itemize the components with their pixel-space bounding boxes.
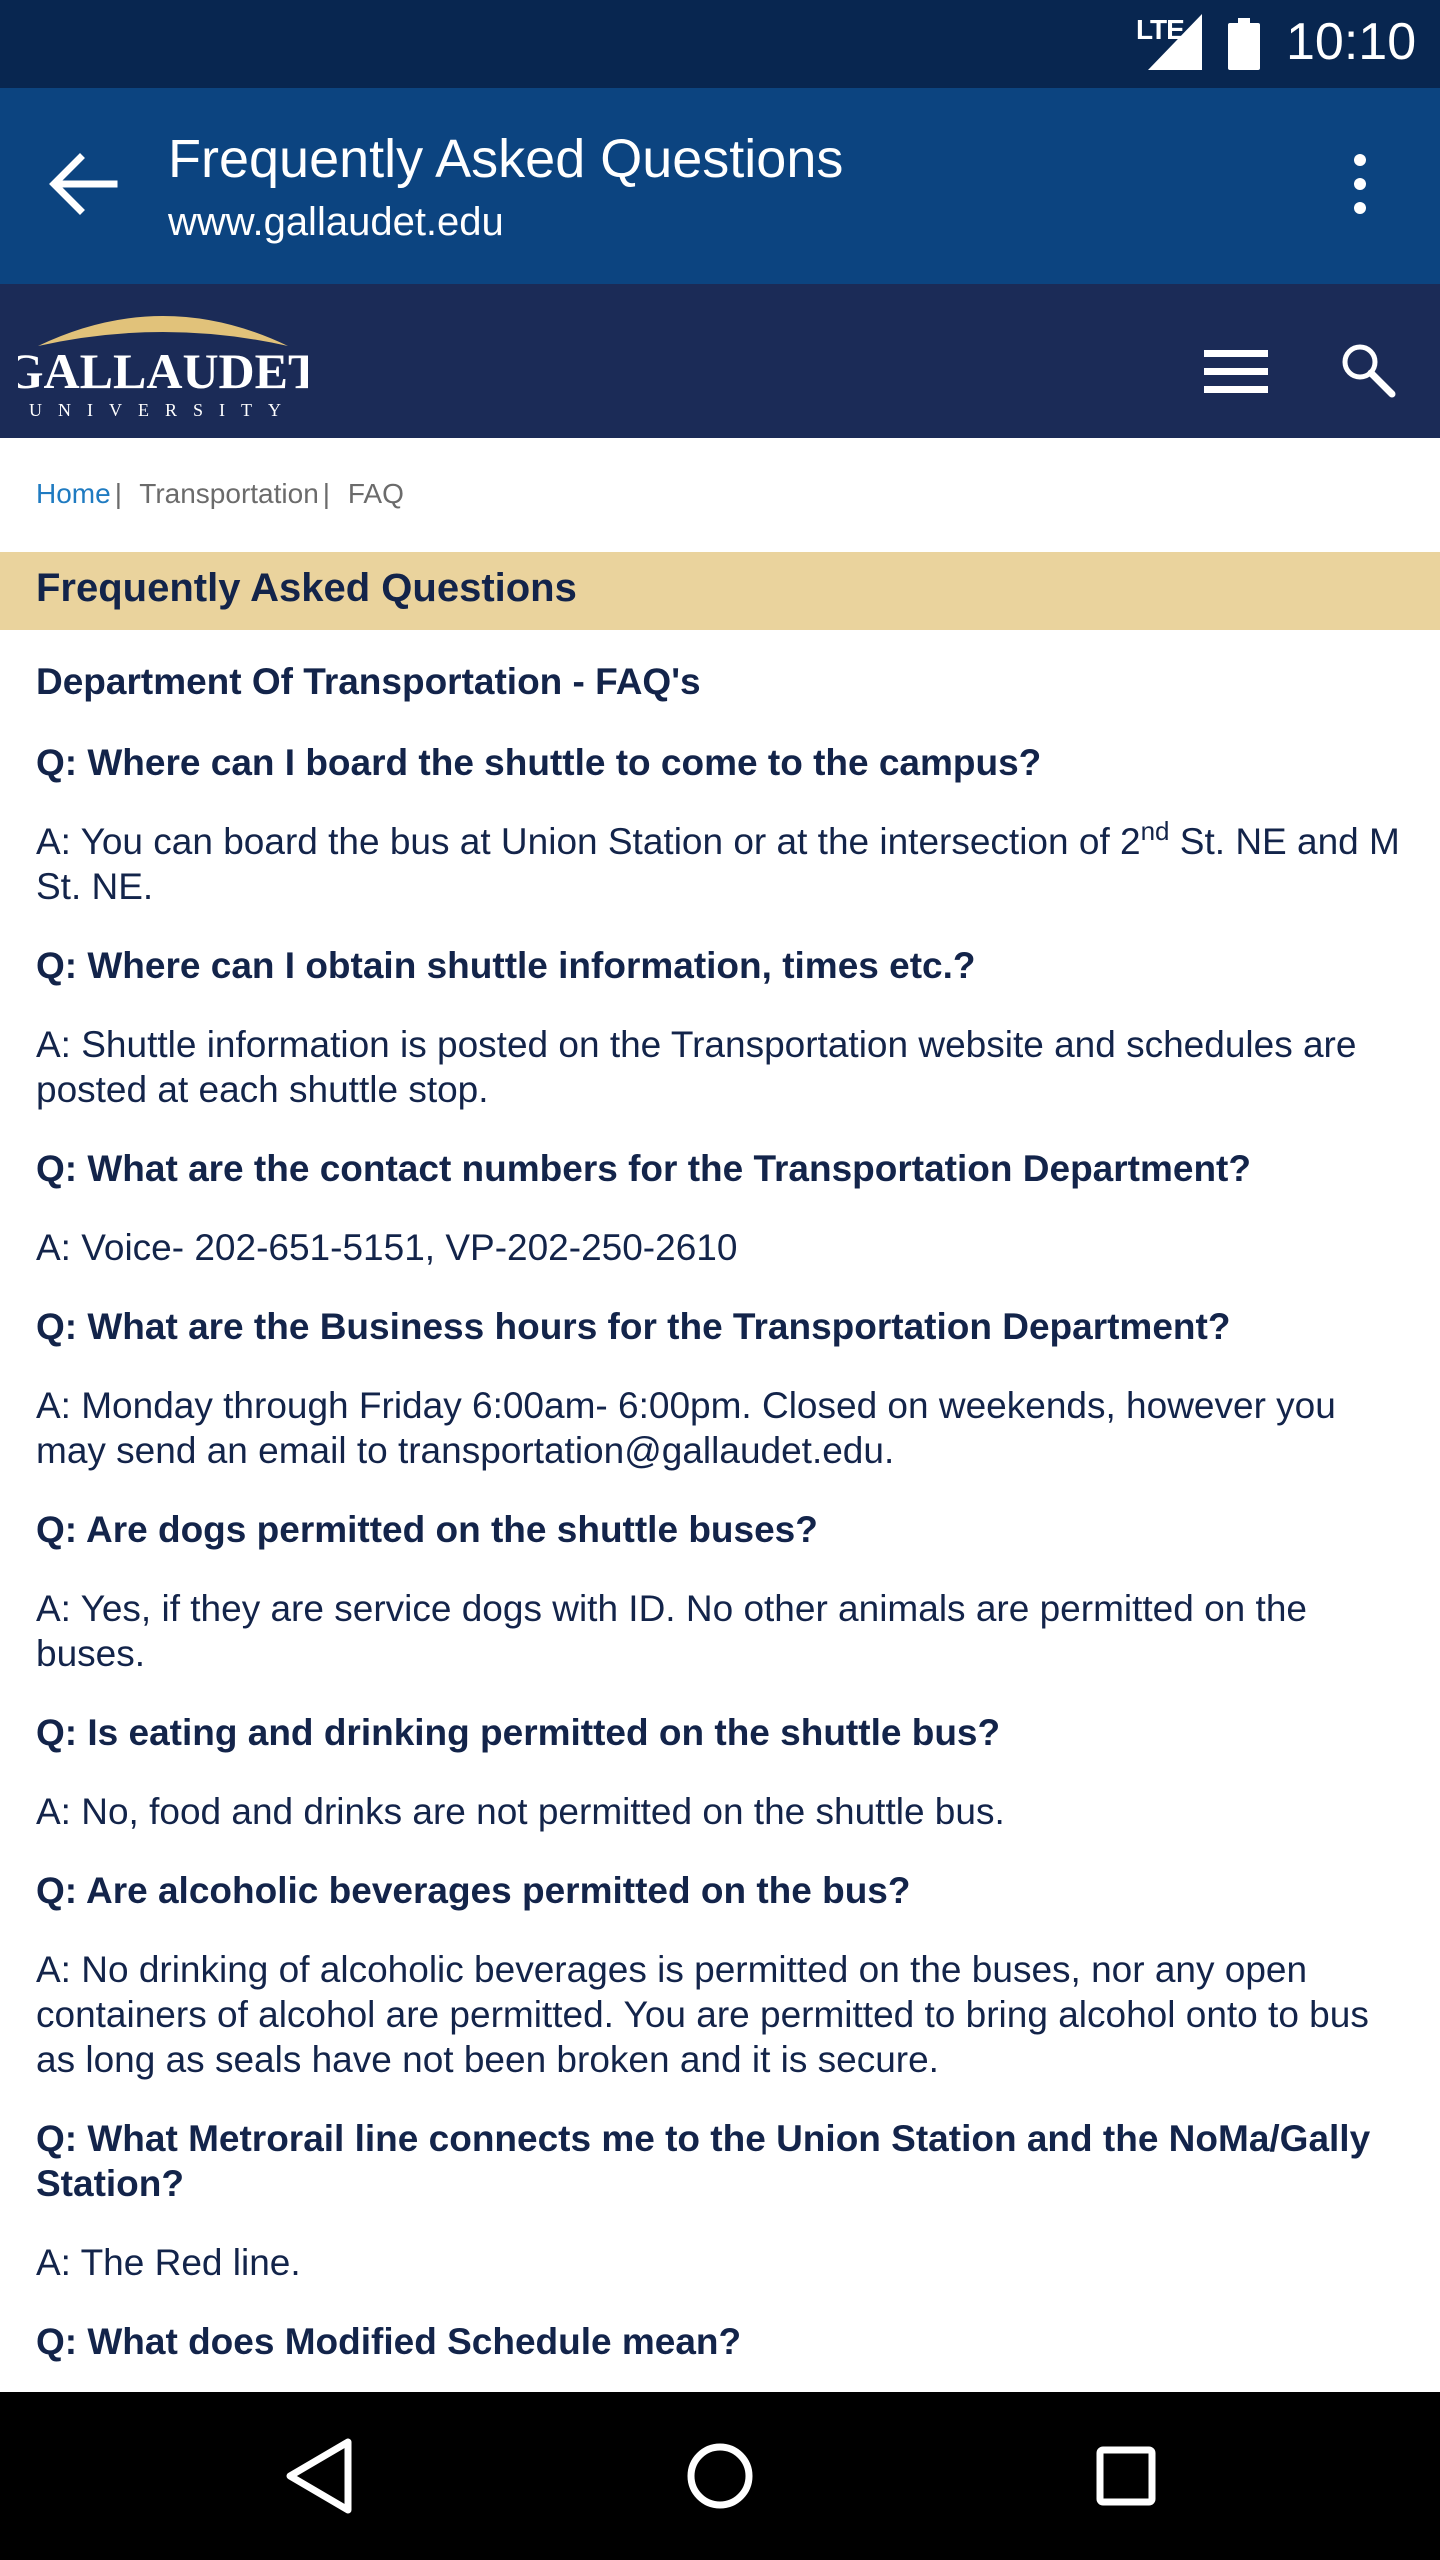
faq-question: Q: Where can I board the shuttle to come… <box>36 742 1042 784</box>
search-icon[interactable] <box>1340 342 1396 398</box>
home-circle-icon[interactable] <box>672 2428 768 2524</box>
faq-question: Q: Where can I obtain shuttle informatio… <box>36 945 976 987</box>
faq-question: Q: What are the contact numbers for the … <box>36 1148 1251 1190</box>
faq-answer: A: Yes, if they are service dogs with ID… <box>36 1588 1307 1675</box>
svg-text:GALLAUDET: GALLAUDET <box>18 343 308 399</box>
breadcrumb-home-link[interactable]: Home <box>36 478 111 509</box>
clock: 10:10 <box>1286 13 1417 71</box>
faq-answer: A: No drinking of alcoholic beverages is… <box>36 1949 1369 2081</box>
department-heading: Department Of Transportation - FAQ's <box>36 661 701 702</box>
breadcrumb-separator: | <box>114 478 122 509</box>
browser-toolbar: Frequently Asked Questions www.gallaudet… <box>0 88 1440 284</box>
faq-answer: A: You can board the bus at Union Statio… <box>36 816 1400 908</box>
section-title: Frequently Asked Questions <box>36 566 577 610</box>
breadcrumb-current: FAQ <box>347 478 404 509</box>
back-arrow-icon[interactable] <box>46 152 118 216</box>
page-title: Frequently Asked Questions <box>168 129 844 189</box>
svg-text:UNIVERSITY: UNIVERSITY <box>29 400 297 420</box>
hamburger-menu-icon[interactable] <box>1204 348 1268 396</box>
faq-question: Q: What Metrorail line connects me to th… <box>36 2118 1371 2205</box>
signal-icon <box>1148 14 1202 70</box>
back-triangle-icon[interactable] <box>268 2428 364 2524</box>
gallaudet-logo[interactable]: GALLAUDET UNIVERSITY <box>18 296 308 426</box>
more-options-icon[interactable] <box>1336 152 1384 216</box>
ordinal-superscript: nd <box>1140 816 1170 847</box>
page-url[interactable]: www.gallaudet.edu <box>168 200 504 245</box>
breadcrumb: Home | Transportation | FAQ <box>36 478 404 510</box>
faq-answer: A: The Red line. <box>36 2242 301 2284</box>
section-banner: Frequently Asked Questions <box>0 552 1440 630</box>
faq-question: Q: What are the Business hours for the T… <box>36 1306 1231 1348</box>
recents-square-icon[interactable] <box>1078 2428 1174 2524</box>
site-header: GALLAUDET UNIVERSITY <box>0 284 1440 438</box>
faq-question: Q: Are dogs permitted on the shuttle bus… <box>36 1509 818 1551</box>
breadcrumb-transportation-link[interactable]: Transportation <box>139 478 319 509</box>
faq-answer: A: Monday through Friday 6:00am- 6:00pm.… <box>36 1385 1336 1472</box>
faq-question: Q: Are alcoholic beverages permitted on … <box>36 1870 911 1912</box>
faq-answer: A: Voice- 202-651-5151, VP-202-250-2610 <box>36 1227 738 1269</box>
faq-question: Q: Is eating and drinking permitted on t… <box>36 1712 1001 1754</box>
battery-icon <box>1228 18 1260 70</box>
system-nav-bar <box>0 2392 1440 2560</box>
breadcrumb-separator: | <box>322 478 331 509</box>
faq-question: Q: What does Modified Schedule mean? <box>36 2321 742 2363</box>
faq-answer: A: Shuttle information is posted on the … <box>36 1024 1357 1111</box>
faq-answer: A: No, food and drinks are not permitted… <box>36 1791 1005 1833</box>
status-bar: LTE 10:10 <box>0 0 1440 88</box>
faq-content: Department Of Transportation - FAQ's Q: … <box>36 660 1406 2398</box>
